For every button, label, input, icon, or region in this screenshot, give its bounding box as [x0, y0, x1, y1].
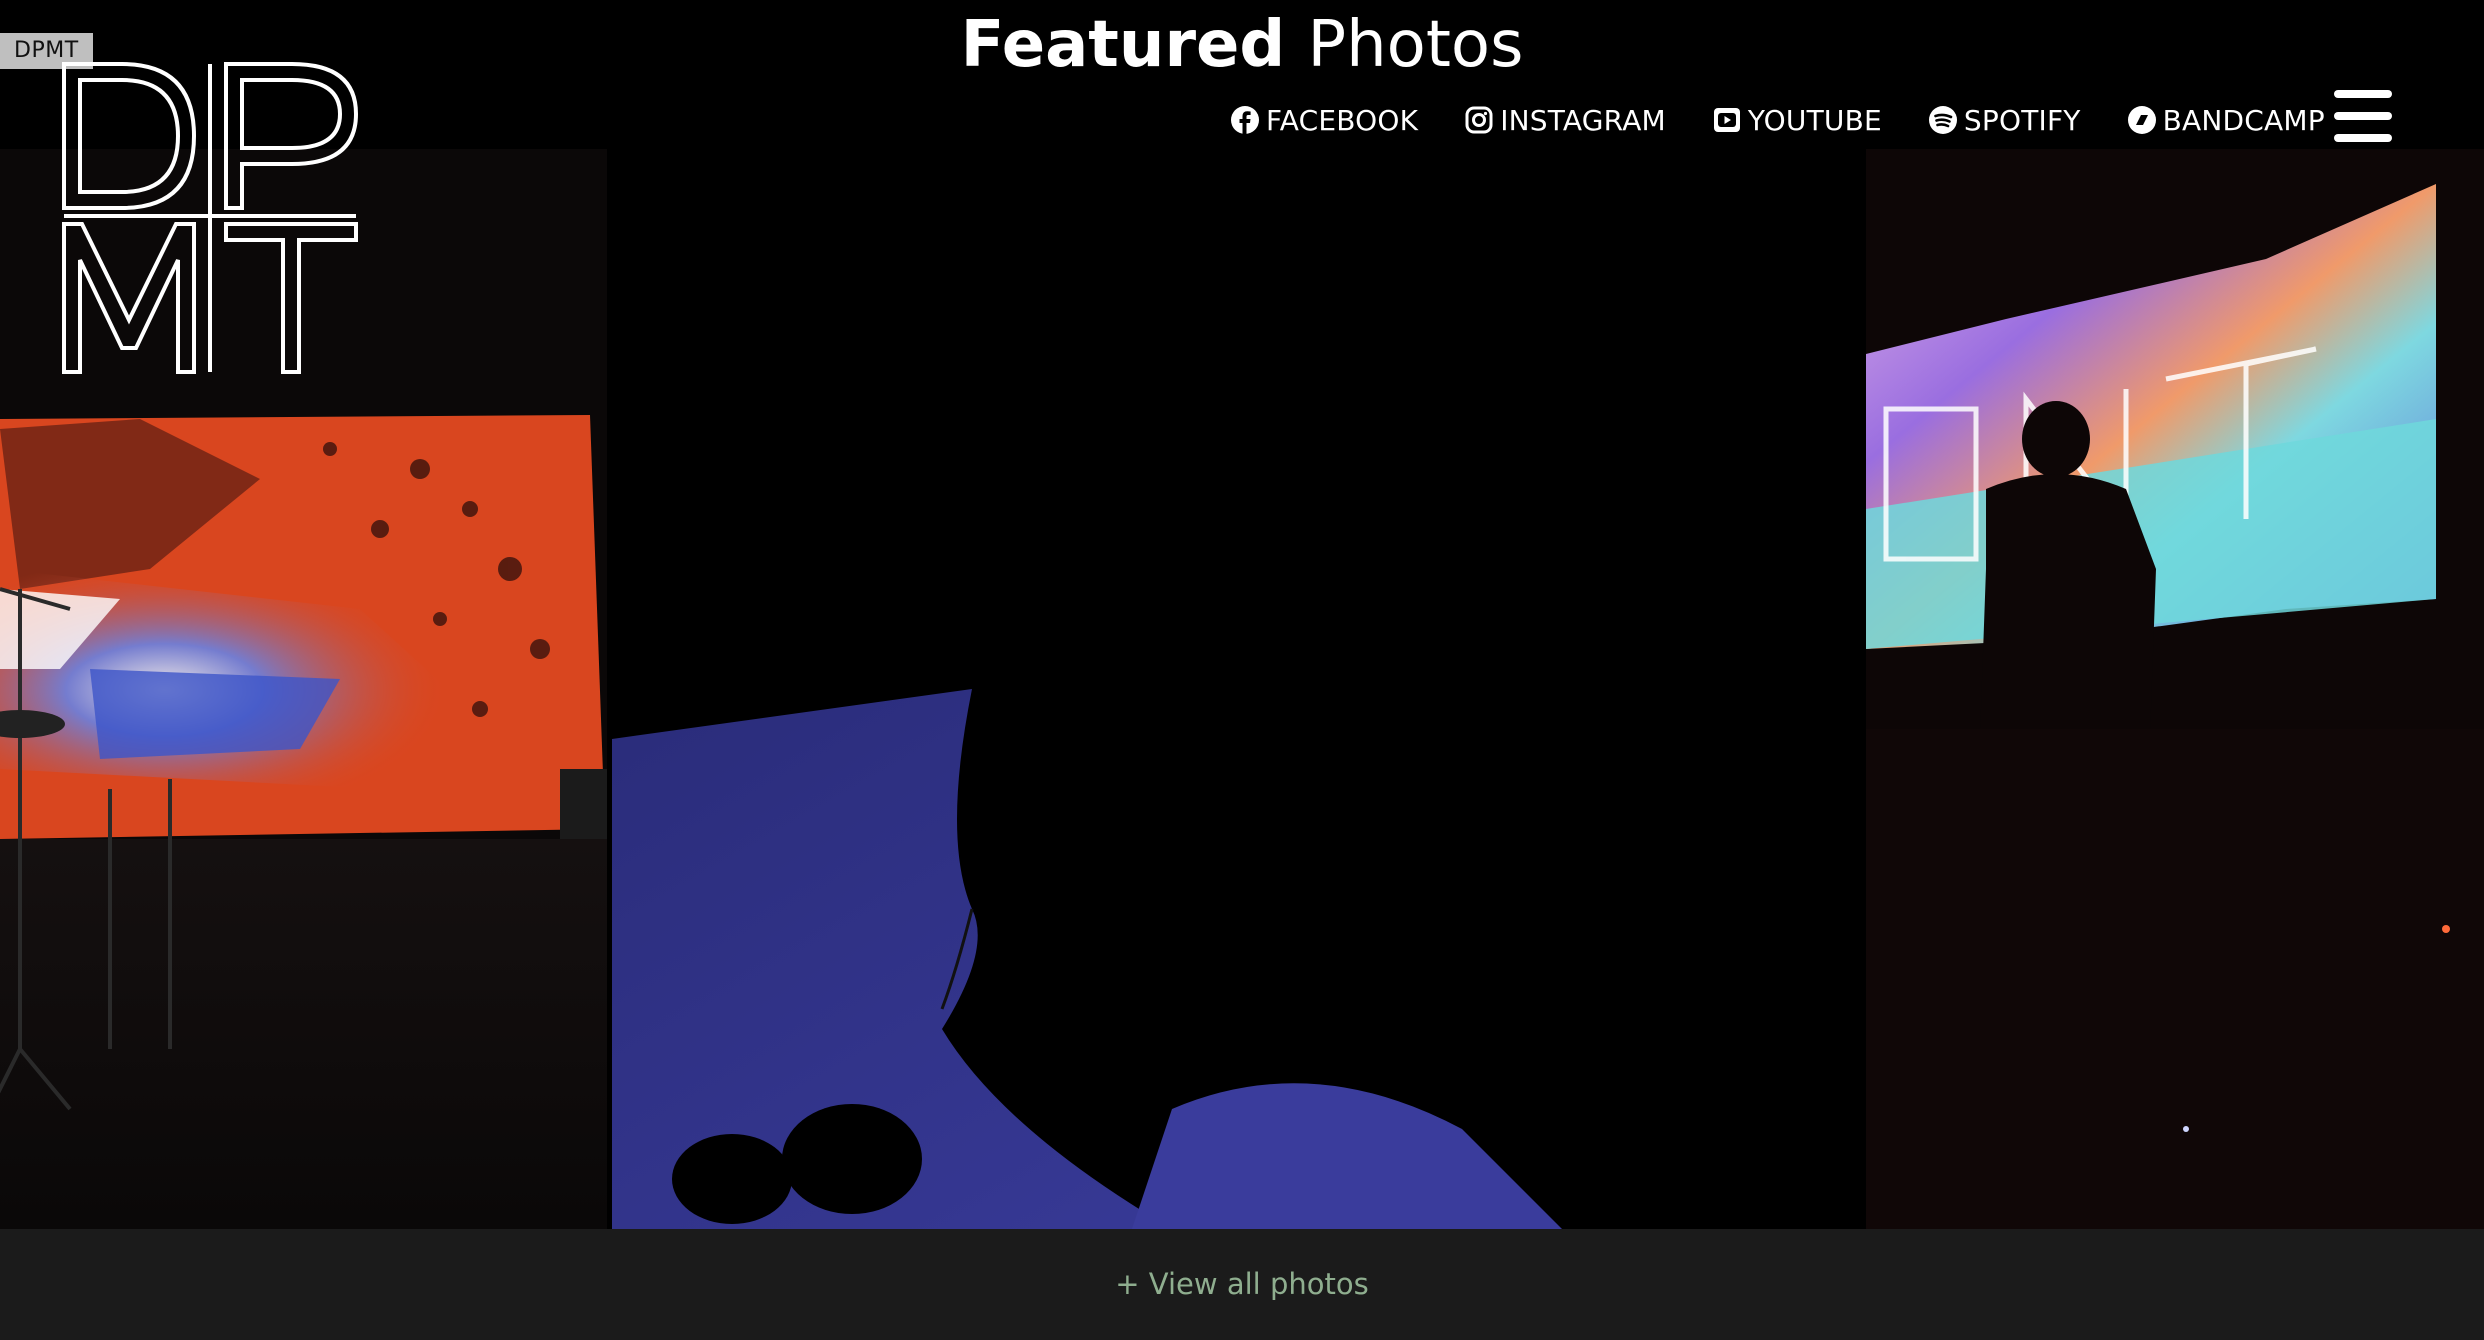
- hamburger-menu-icon[interactable]: [2334, 90, 2392, 142]
- footer-bar: + View all photos: [0, 1229, 2484, 1340]
- instagram-link[interactable]: INSTAGRAM: [1464, 104, 1666, 137]
- bandcamp-label: BANDCAMP: [2162, 103, 2325, 137]
- facebook-label: FACEBOOK: [1266, 103, 1419, 137]
- photo-silhouette-projection-screen[interactable]: [1866, 149, 2484, 1229]
- youtube-icon: [1712, 105, 1742, 135]
- youtube-link[interactable]: YOUTUBE: [1712, 104, 1882, 137]
- spotify-icon: [1928, 105, 1958, 135]
- page: Featured Photos DPMT FACEBOOK INSTAGRAM …: [0, 0, 2484, 1340]
- bandcamp-link[interactable]: BANDCAMP: [2127, 104, 2325, 137]
- page-title-light: Photos: [1307, 8, 1524, 82]
- menu-bar-top: [2334, 90, 2392, 98]
- view-all-photos-link[interactable]: + View all photos: [0, 1229, 2484, 1340]
- menu-bar-middle: [2334, 112, 2392, 120]
- youtube-label: YOUTUBE: [1747, 103, 1882, 137]
- social-nav: FACEBOOK INSTAGRAM YOUTUBE SPOTIFY BANDC…: [1230, 100, 2325, 140]
- photo-silhouette-blue[interactable]: [612, 149, 1866, 1229]
- facebook-link[interactable]: FACEBOOK: [1230, 104, 1418, 137]
- spotify-link[interactable]: SPOTIFY: [1928, 104, 2081, 137]
- facebook-icon: [1230, 105, 1260, 135]
- instagram-icon: [1464, 105, 1494, 135]
- page-title-bold: Featured: [960, 8, 1286, 82]
- dpmt-logo-icon: [62, 62, 359, 374]
- page-title: Featured Photos: [0, 2, 2484, 88]
- bandcamp-icon: [2127, 105, 2157, 135]
- photo-projection-image: [1866, 149, 2484, 1229]
- photo-silhouette-image: [612, 149, 1866, 1229]
- instagram-label: INSTAGRAM: [1500, 103, 1666, 137]
- spotify-label: SPOTIFY: [1963, 103, 2081, 137]
- menu-bar-bottom: [2334, 134, 2392, 142]
- site-logo[interactable]: [60, 60, 360, 376]
